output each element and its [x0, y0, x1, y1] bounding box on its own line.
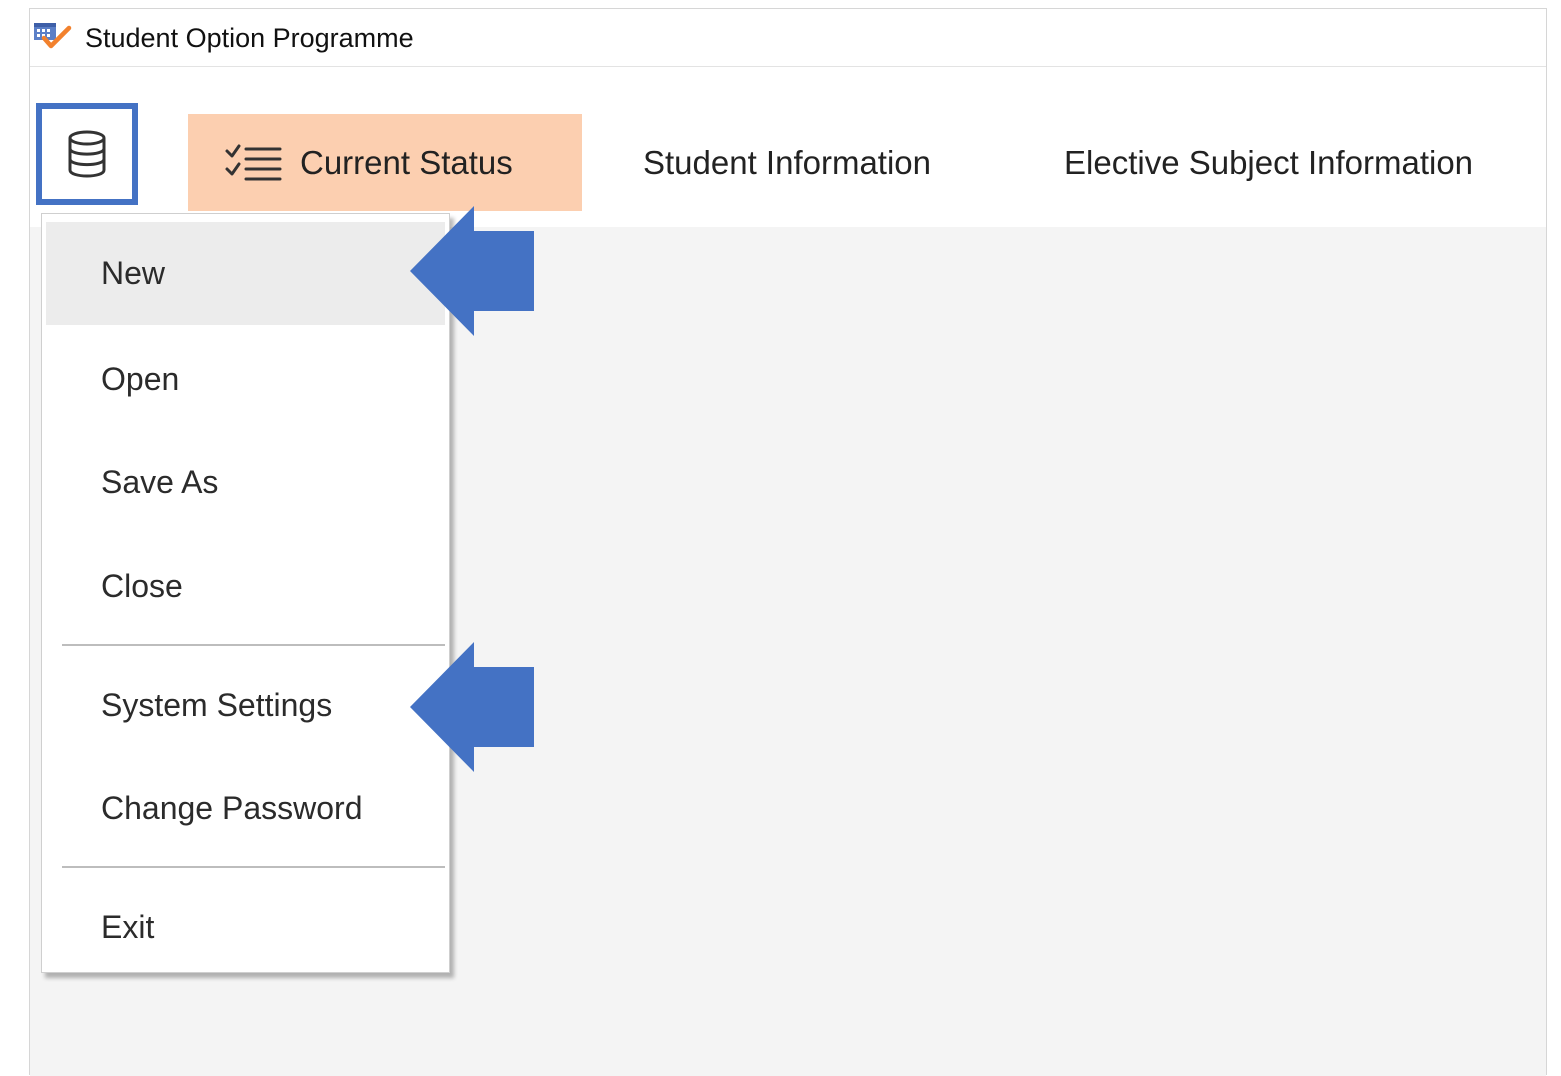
window-title: Student Option Programme [85, 23, 414, 53]
tab-student-information[interactable]: Student Information [643, 114, 931, 211]
menu-item-label: Close [101, 568, 183, 604]
left-arrow-icon [410, 642, 534, 772]
title-bar: Student Option Programme [30, 9, 1546, 67]
menu-item-label: System Settings [101, 687, 333, 723]
tab-current-status[interactable]: Current Status [188, 114, 582, 211]
menu-item-exit[interactable]: Exit [46, 876, 445, 979]
app-calendar-check-icon [34, 23, 72, 49]
left-arrow-icon [410, 206, 534, 336]
menu-item-new[interactable]: New [46, 222, 445, 325]
menu-item-label: New [101, 255, 166, 291]
menu-item-open[interactable]: Open [46, 328, 445, 431]
tab-elective-subject-information[interactable]: Elective Subject Information [1064, 114, 1473, 211]
menu-item-label: Exit [101, 909, 155, 945]
menu-item-label: Save As [101, 464, 219, 500]
menu-item-system-settings[interactable]: System Settings [46, 654, 445, 757]
menu-item-save-as[interactable]: Save As [46, 431, 445, 534]
menu-item-label: Change Password [101, 790, 363, 826]
menu-item-change-password[interactable]: Change Password [46, 757, 445, 860]
database-icon [68, 130, 106, 178]
tab-current-status-label: Current Status [300, 143, 513, 181]
menu-separator [62, 866, 445, 868]
menu-item-label: Open [101, 361, 180, 397]
file-menu-button[interactable] [36, 103, 138, 205]
menu-item-close[interactable]: Close [46, 535, 445, 638]
tab-student-information-label: Student Information [643, 143, 932, 181]
menu-separator [62, 644, 445, 646]
file-dropdown-menu: New Open Save As Close System Settings C… [41, 213, 450, 973]
checklist-icon [225, 144, 282, 180]
tab-elective-subject-information-label: Elective Subject Information [1064, 143, 1474, 181]
